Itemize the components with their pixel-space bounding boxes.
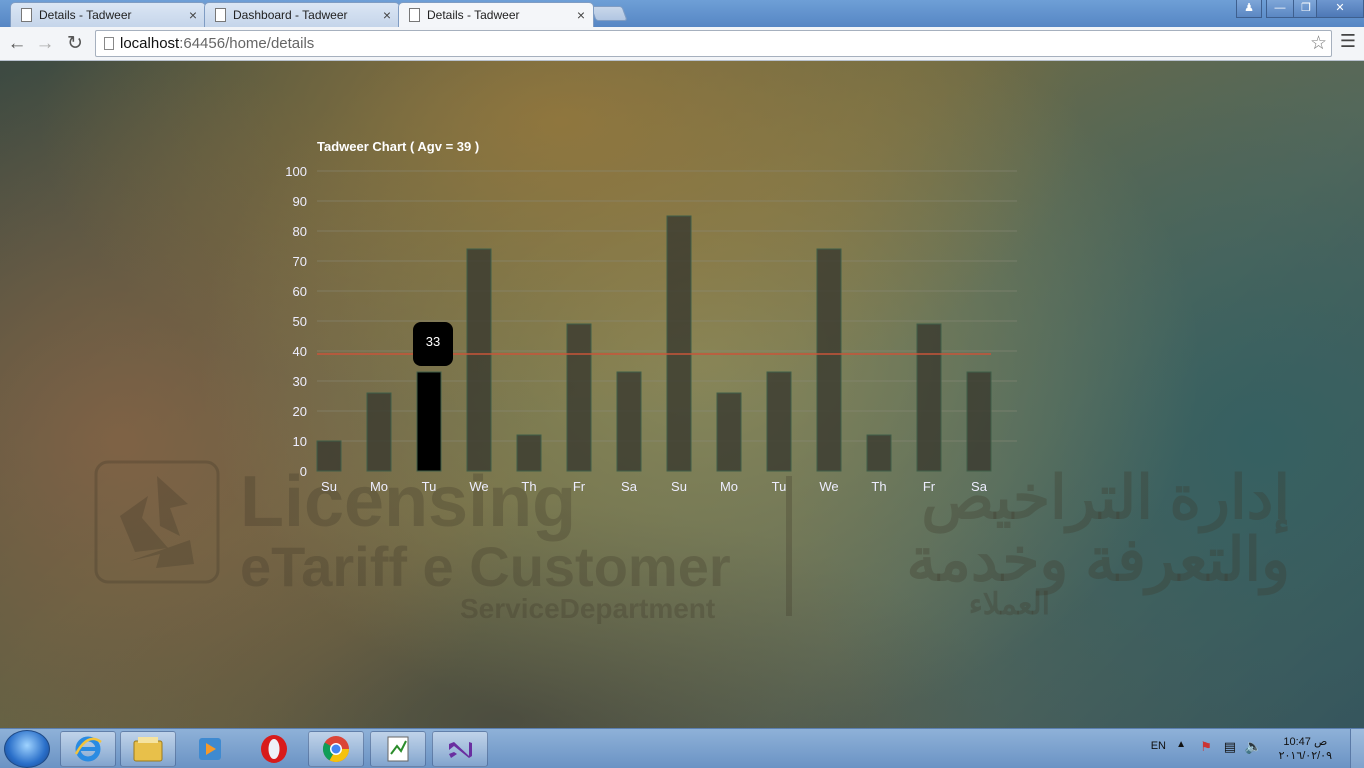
y-tick-label: 30 bbox=[293, 374, 307, 389]
bar[interactable] bbox=[916, 323, 942, 472]
bar[interactable] bbox=[766, 371, 792, 472]
y-tick-label: 50 bbox=[293, 314, 307, 329]
browser-title-bar: Details - Tadweer × Dashboard - Tadweer … bbox=[0, 0, 1364, 27]
bar[interactable] bbox=[716, 392, 742, 472]
y-tick-label: 10 bbox=[293, 434, 307, 449]
x-tick-label: Su bbox=[671, 479, 687, 494]
explorer-icon[interactable] bbox=[120, 731, 176, 767]
clock-date: ٢٠١٦/٠٢/٠٩ bbox=[1278, 750, 1332, 762]
bar[interactable] bbox=[316, 440, 342, 472]
bar[interactable] bbox=[566, 323, 592, 472]
reload-icon[interactable]: ↻ bbox=[62, 31, 88, 57]
x-tick-label: Fr bbox=[923, 479, 936, 494]
x-tick-label: Th bbox=[871, 479, 886, 494]
clock[interactable]: ص 10:47 ٢٠١٦/٠٢/٠٩ bbox=[1279, 735, 1332, 763]
x-tick-label: Fr bbox=[573, 479, 586, 494]
tooltip-value: 33 bbox=[426, 334, 440, 349]
profile-icon[interactable]: ♟ bbox=[1236, 0, 1262, 18]
new-tab-button[interactable] bbox=[590, 6, 628, 21]
tab-label: Details - Tadweer bbox=[427, 8, 520, 22]
bar[interactable] bbox=[616, 371, 642, 472]
language-indicator[interactable]: EN bbox=[1151, 740, 1166, 752]
close-window-button[interactable]: ✕ bbox=[1316, 0, 1364, 18]
tab-label: Dashboard - Tadweer bbox=[233, 8, 348, 22]
y-tick-label: 20 bbox=[293, 404, 307, 419]
bar[interactable] bbox=[866, 434, 892, 472]
x-tick-label: Sa bbox=[621, 479, 638, 494]
volume-icon[interactable]: 🔈 bbox=[1245, 738, 1262, 755]
y-tick-label: 0 bbox=[300, 464, 307, 479]
tab-details-1[interactable]: Details - Tadweer × bbox=[10, 2, 206, 27]
address-bar[interactable]: localhost:64456/home/details ☆ bbox=[95, 30, 1332, 57]
url-path: :64456/home/details bbox=[179, 35, 315, 52]
chrome-icon[interactable] bbox=[308, 731, 364, 767]
x-tick-label: Su bbox=[321, 479, 337, 494]
forward-arrow-icon[interactable]: → bbox=[32, 31, 58, 57]
page-icon bbox=[21, 8, 32, 22]
y-tick-label: 100 bbox=[285, 164, 307, 179]
opera-icon[interactable] bbox=[246, 731, 302, 767]
tab-close-icon[interactable]: × bbox=[577, 7, 585, 23]
start-button[interactable] bbox=[4, 730, 50, 768]
browser-toolbar: ← → ↻ localhost:64456/home/details ☆ ☰ bbox=[0, 27, 1364, 61]
bar[interactable] bbox=[516, 434, 542, 472]
show-desktop-button[interactable] bbox=[1350, 729, 1364, 768]
bar-chart: 0 10 20 30 40 50 60 70 80 90 100 Su Mo Tu We Th Fr Sa Su Mo… bbox=[285, 164, 1017, 494]
network-icon[interactable]: ▤ bbox=[1224, 739, 1236, 755]
x-tick-label: Tu bbox=[422, 479, 437, 494]
y-tick-label: 70 bbox=[293, 254, 307, 269]
bar[interactable] bbox=[966, 371, 992, 472]
x-tick-label: Mo bbox=[720, 479, 738, 494]
page-icon bbox=[409, 8, 420, 22]
tab-dashboard[interactable]: Dashboard - Tadweer × bbox=[204, 2, 400, 27]
url-host: localhost bbox=[120, 35, 180, 52]
bar[interactable] bbox=[416, 371, 442, 472]
x-tick-label: Mo bbox=[370, 479, 388, 494]
notepad-icon[interactable] bbox=[370, 731, 426, 767]
visual-studio-icon[interactable] bbox=[432, 731, 488, 767]
system-tray: EN ▲ ⚑ ▤ 🔈 ص 10:47 ٢٠١٦/٠٢/٠٩ bbox=[1124, 729, 1364, 768]
bar[interactable] bbox=[466, 248, 492, 472]
x-tick-label: Sa bbox=[971, 479, 988, 494]
minimize-button[interactable]: — bbox=[1266, 0, 1294, 18]
page-icon bbox=[104, 37, 114, 50]
page-content: Licensing eTariff e Customer ServiceDepa… bbox=[0, 61, 1364, 728]
bar[interactable] bbox=[666, 215, 692, 472]
y-tick-label: 40 bbox=[293, 344, 307, 359]
bookmark-star-icon[interactable]: ☆ bbox=[1310, 31, 1327, 56]
action-center-icon[interactable]: ⚑ bbox=[1200, 739, 1212, 755]
tray-expand-icon[interactable]: ▲ bbox=[1176, 739, 1186, 750]
x-tick-label: We bbox=[819, 479, 838, 494]
page-icon bbox=[215, 8, 226, 22]
windows-taskbar: EN ▲ ⚑ ▤ 🔈 ص 10:47 ٢٠١٦/٠٢/٠٩ bbox=[0, 728, 1364, 768]
tab-close-icon[interactable]: × bbox=[189, 7, 197, 23]
x-tick-label: Th bbox=[521, 479, 536, 494]
menu-icon[interactable]: ☰ bbox=[1340, 31, 1356, 52]
bar[interactable] bbox=[366, 392, 392, 472]
ie-icon[interactable] bbox=[60, 731, 116, 767]
x-tick-label: Tu bbox=[772, 479, 787, 494]
tab-label: Details - Tadweer bbox=[39, 8, 132, 22]
y-tick-label: 90 bbox=[293, 194, 307, 209]
back-arrow-icon[interactable]: ← bbox=[4, 31, 30, 57]
clock-time: ص 10:47 bbox=[1283, 736, 1328, 748]
x-tick-label: We bbox=[469, 479, 488, 494]
tab-details-active[interactable]: Details - Tadweer × bbox=[398, 2, 594, 27]
bar[interactable] bbox=[816, 248, 842, 472]
y-tick-label: 60 bbox=[293, 284, 307, 299]
media-player-icon[interactable] bbox=[182, 731, 238, 767]
y-tick-label: 80 bbox=[293, 224, 307, 239]
tab-close-icon[interactable]: × bbox=[383, 7, 391, 23]
